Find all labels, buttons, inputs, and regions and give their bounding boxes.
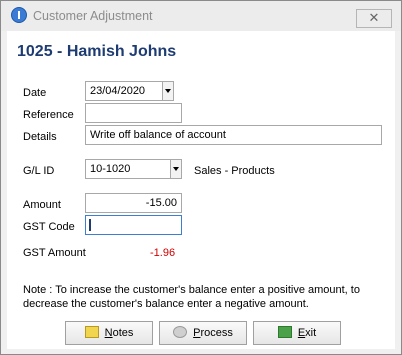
customer-adjustment-window: Customer Adjustment ✕ 1025 - Hamish John… xyxy=(0,0,402,355)
app-icon xyxy=(11,7,27,23)
gst-amount-label: GST Amount xyxy=(23,247,86,259)
reference-label: Reference xyxy=(23,109,74,121)
process-button[interactable]: Process xyxy=(159,321,247,345)
exit-button[interactable]: Exit xyxy=(253,321,341,345)
gst-amount-value: -1.96 xyxy=(150,247,176,259)
gst-code-label: GST Code xyxy=(23,221,75,233)
note-text: Note : To increase the customer's balanc… xyxy=(23,284,360,310)
notes-mnemonic: N xyxy=(104,327,113,339)
exit-icon xyxy=(277,326,292,338)
process-label: rocess xyxy=(200,327,233,339)
window-title: Customer Adjustment xyxy=(33,9,153,23)
details-field[interactable]: Write off balance of account xyxy=(85,125,382,145)
process-icon xyxy=(173,326,188,338)
gl-id-label: G/L ID xyxy=(23,165,55,177)
notes-button[interactable]: Notes xyxy=(65,321,153,345)
gst-code-field[interactable] xyxy=(85,215,182,235)
amount-field[interactable]: -15.00 xyxy=(85,193,182,213)
date-dropdown-button[interactable] xyxy=(162,81,174,101)
details-label: Details xyxy=(23,131,57,143)
title-bar: Customer Adjustment ✕ xyxy=(1,1,401,31)
customer-heading: 1025 - Hamish Johns xyxy=(17,43,177,60)
amount-label: Amount xyxy=(23,199,61,211)
gl-id-dropdown-button[interactable] xyxy=(170,159,182,179)
notes-icon xyxy=(84,326,99,338)
close-button[interactable]: ✕ xyxy=(356,9,392,28)
reference-field[interactable] xyxy=(85,103,182,123)
exit-label: xit xyxy=(305,327,317,339)
date-label: Date xyxy=(23,87,47,99)
date-field[interactable]: 23/04/2020 xyxy=(85,81,163,101)
notes-label: otes xyxy=(112,327,134,339)
form-area: 1025 - Hamish Johns Date 23/04/2020 Refe… xyxy=(7,31,395,349)
gl-description: Sales - Products xyxy=(194,165,275,177)
gl-id-field[interactable]: 10-1020 xyxy=(85,159,171,179)
text-cursor xyxy=(89,219,91,231)
